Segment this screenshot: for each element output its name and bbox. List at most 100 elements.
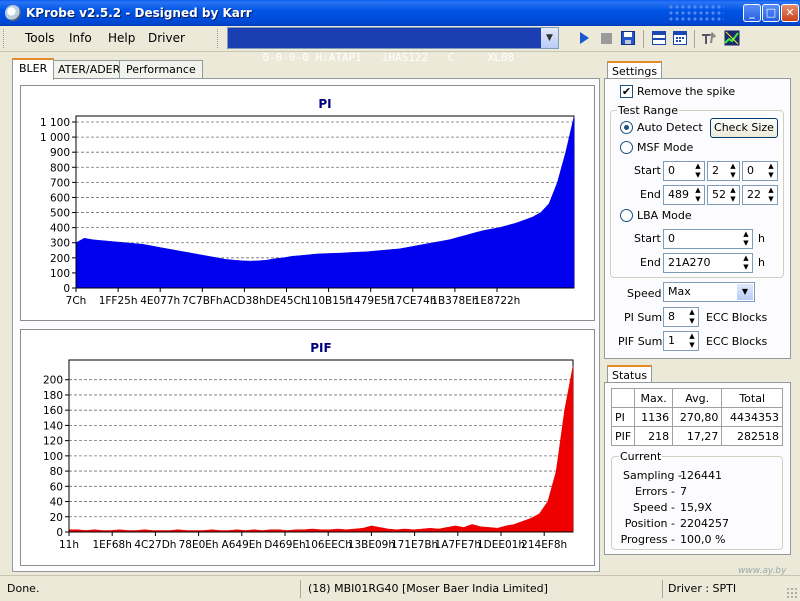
y-tick-label: 180	[43, 390, 63, 402]
speed-label: Speed	[627, 287, 662, 300]
lba-end-label: End	[640, 256, 661, 269]
pif-ecc-label: ECC Blocks	[706, 335, 768, 348]
y-tick-label: 120	[43, 436, 63, 448]
x-tick-label: 7Ch	[66, 295, 87, 307]
status-bar: Done. (18) MBI01RG40 [Moser Baer India L…	[0, 575, 800, 601]
x-tick-label: 4C27Dh	[134, 539, 176, 551]
save-icon[interactable]	[619, 29, 637, 47]
msf-mode-radio[interactable]	[620, 141, 633, 154]
y-tick-label: 40	[50, 497, 63, 509]
x-tick-label: 1A7FE7h	[435, 539, 482, 551]
app-icon[interactable]	[5, 5, 21, 21]
chart-title: PIF	[310, 341, 331, 355]
toolbar-separator	[643, 30, 644, 48]
menu-help[interactable]: Help	[108, 31, 135, 45]
table-row: PI 1136 270,80 4434353	[610, 407, 783, 427]
calendar-icon[interactable]	[671, 29, 689, 47]
lba-end-unit: h	[758, 256, 765, 269]
x-tick-label: 17CE74h	[389, 295, 436, 307]
x-tick-label: D469Eh	[264, 539, 305, 551]
tab-bler[interactable]: BLER	[12, 58, 55, 80]
spinner-arrows-icon[interactable]: ▲ ▼	[740, 230, 752, 248]
spinner-arrows-icon[interactable]: ▲ ▼	[765, 162, 777, 180]
position-label: Position -	[624, 517, 675, 530]
title-bar[interactable]: KProbe v2.5.2 - Designed by Karr _ □ ✕	[0, 0, 800, 26]
x-tick-label: 171E7Bh	[391, 539, 438, 551]
resize-grip[interactable]	[786, 587, 798, 599]
msf-mode-label: MSF Mode	[637, 141, 694, 154]
table-row: Max. Avg. Total	[610, 388, 783, 408]
msf-start-label: Start	[634, 164, 661, 177]
tab-ater-ader[interactable]: ATER/ADER	[51, 60, 128, 79]
menu-driver[interactable]: Driver	[148, 31, 185, 45]
pif-avg-value: 17,27	[672, 426, 723, 446]
speed-status-value: 15,9X	[680, 501, 713, 514]
sampling-label: Sampling -	[623, 469, 682, 482]
spinner-arrows-icon[interactable]: ▲ ▼	[765, 186, 777, 204]
pi-max-value: 1136	[634, 407, 674, 427]
x-tick-label: 7C7BFh	[182, 295, 223, 307]
toolbar-grip[interactable]	[217, 29, 220, 48]
y-tick-label: 1 100	[40, 117, 70, 129]
pi-ecc-label: ECC Blocks	[706, 311, 768, 324]
remove-spike-checkbox[interactable]: ✔	[620, 85, 633, 98]
chevron-down-icon[interactable]: ▼	[541, 28, 558, 48]
spinner-arrows-icon[interactable]: ▲ ▼	[727, 162, 739, 180]
plot-area	[68, 359, 574, 533]
tab-settings[interactable]: Settings	[607, 61, 663, 79]
y-tick-label: 500	[50, 208, 70, 220]
remove-spike-label: Remove the spike	[637, 85, 736, 98]
lba-mode-label: LBA Mode	[637, 209, 692, 222]
statusbar-divider	[662, 580, 663, 598]
chart-title: PI	[318, 97, 331, 111]
maximize-button[interactable]: □	[762, 4, 780, 22]
x-tick-label: 78E0Eh	[179, 539, 219, 551]
check-size-button[interactable]: Check Size	[710, 118, 778, 138]
tab-performance[interactable]: Performance	[119, 60, 203, 79]
play-icon[interactable]	[575, 29, 593, 47]
spinner-arrows-icon[interactable]: ▲ ▼	[692, 162, 704, 180]
toolbar-grip[interactable]	[3, 29, 6, 48]
drive-selector[interactable]: 0-0-0-0 H:ATAPI iHAS122 C XL08 ▼	[227, 27, 559, 64]
y-tick-label: 0	[63, 283, 70, 295]
layout-split-icon[interactable]	[650, 29, 668, 47]
msf-end-label: End	[640, 188, 661, 201]
spinner-arrows-icon[interactable]: ▲ ▼	[686, 332, 698, 350]
y-tick-label: 80	[50, 466, 63, 478]
x-tick-label: 106EECh	[305, 539, 352, 551]
pi-total-value: 4434353	[721, 407, 783, 427]
position-value: 2204257	[680, 517, 729, 530]
y-tick-label: 800	[50, 162, 70, 174]
window-title: KProbe v2.5.2 - Designed by Karr	[26, 6, 252, 20]
y-tick-label: 200	[43, 375, 63, 387]
spinner-arrows-icon[interactable]: ▲ ▼	[727, 186, 739, 204]
close-button[interactable]: ✕	[781, 4, 799, 22]
speed-status-label: Speed -	[633, 501, 675, 514]
x-tick-label: 1479E5h	[347, 295, 394, 307]
x-tick-label: 1E8722h	[474, 295, 521, 307]
chevron-down-icon[interactable]: ▼	[737, 284, 753, 300]
title-decoration	[668, 4, 724, 22]
y-tick-label: 20	[50, 512, 63, 524]
tools-icon[interactable]	[700, 29, 718, 47]
tab-status[interactable]: Status	[607, 365, 653, 383]
x-tick-label: 1FF25h	[99, 295, 138, 307]
spinner-arrows-icon[interactable]: ▲ ▼	[692, 186, 704, 204]
lba-mode-radio[interactable]	[620, 209, 633, 222]
y-tick-label: 140	[43, 420, 63, 432]
speed-select[interactable]: Max ▼	[663, 282, 755, 302]
spinner-arrows-icon[interactable]: ▲ ▼	[686, 308, 698, 326]
x-tick-label: 110B15h	[305, 295, 352, 307]
y-tick-label: 700	[50, 177, 70, 189]
toolbar-separator	[694, 30, 695, 48]
y-tick-label: 900	[50, 147, 70, 159]
x-tick-label: DE45Ch	[265, 295, 307, 307]
menu-tools[interactable]: Tools	[25, 31, 55, 45]
menu-info[interactable]: Info	[69, 31, 92, 45]
minimize-button[interactable]: _	[743, 4, 761, 22]
stop-icon[interactable]	[597, 29, 615, 47]
chart-settings-icon[interactable]	[723, 29, 741, 47]
column-header: Avg.	[672, 388, 723, 408]
spinner-arrows-icon[interactable]: ▲ ▼	[740, 254, 752, 272]
auto-detect-radio[interactable]	[620, 121, 633, 134]
